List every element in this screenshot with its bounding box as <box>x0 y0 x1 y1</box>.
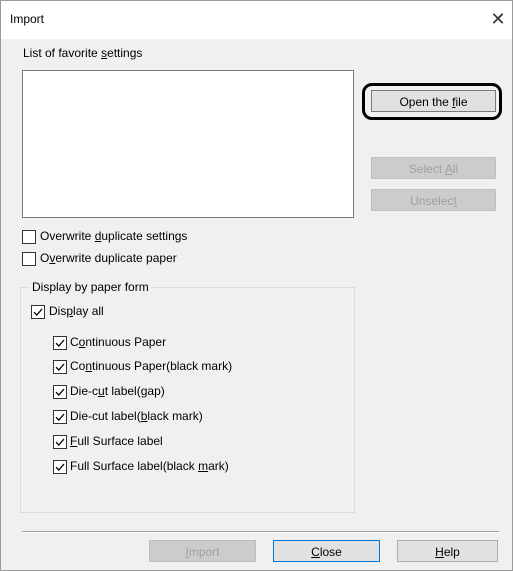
check-icon <box>55 463 65 471</box>
close-icon[interactable]: ✕ <box>486 7 510 31</box>
import-button[interactable]: Import <box>149 540 256 562</box>
help-button[interactable]: Help <box>397 540 498 562</box>
select-all-button[interactable]: Select All <box>371 157 496 179</box>
overwrite-settings-checkbox[interactable] <box>22 230 36 244</box>
continuous-paper-label: Continuous Paper <box>70 335 167 349</box>
full-surface-black-mark-label: Full Surface label(black mark) <box>70 459 229 473</box>
continuous-black-mark-checkbox[interactable] <box>53 360 67 374</box>
die-cut-gap-label: Die-cut label(gap) <box>70 384 165 398</box>
overwrite-settings-label: Overwrite duplicate settings <box>40 229 188 243</box>
check-icon <box>55 363 65 371</box>
bottom-separator <box>22 531 499 533</box>
display-all-label: Display all <box>49 304 104 318</box>
overwrite-paper-checkbox[interactable] <box>22 252 36 266</box>
die-cut-black-mark-label: Die-cut label(black mark) <box>70 409 203 423</box>
display-all-checkbox[interactable] <box>31 305 45 319</box>
check-icon <box>55 413 65 421</box>
die-cut-gap-checkbox[interactable] <box>53 385 67 399</box>
check-icon <box>55 438 65 446</box>
full-surface-black-mark-checkbox[interactable] <box>53 460 67 474</box>
check-icon <box>55 339 65 347</box>
continuous-black-mark-label: Continuous Paper(black mark) <box>70 359 233 373</box>
die-cut-black-mark-checkbox[interactable] <box>53 410 67 424</box>
open-file-button[interactable]: Open the file <box>371 90 496 112</box>
paper-form-group-title: Display by paper form <box>30 280 151 294</box>
full-surface-checkbox[interactable] <box>53 435 67 449</box>
paper-form-group <box>20 287 355 513</box>
unselect-button[interactable]: Unselect <box>371 189 496 211</box>
window-title: Import <box>10 12 45 26</box>
full-surface-label: Full Surface label <box>70 434 163 448</box>
favorites-listbox[interactable] <box>22 70 354 218</box>
title-bar: Import ✕ <box>1 1 512 39</box>
favorites-label: List of favorite settings <box>23 46 143 60</box>
check-icon <box>33 308 43 316</box>
close-button[interactable]: Close <box>273 540 380 562</box>
overwrite-paper-label: Overwrite duplicate paper <box>40 251 177 265</box>
check-icon <box>55 388 65 396</box>
continuous-paper-checkbox[interactable] <box>53 336 67 350</box>
